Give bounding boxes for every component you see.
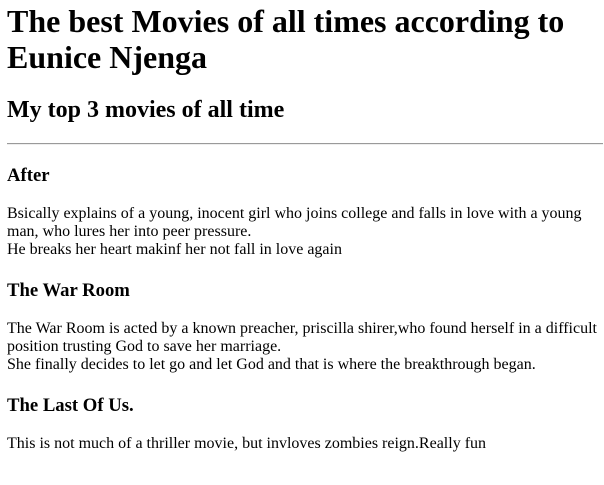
movie-description: The War Room is acted by a known preache…	[7, 320, 604, 374]
divider	[7, 143, 603, 145]
movie-title: The Last Of Us.	[7, 395, 134, 416]
movie-section-war-room: The War Room The War Room is acted by a …	[7, 280, 604, 374]
page-title: The best Movies of all times according t…	[7, 3, 565, 75]
movie-description-line: She finally decides to let go and let Go…	[7, 356, 536, 373]
movie-section-after: After Bsically explains of a young, inoc…	[7, 165, 604, 259]
movie-description-line: Bsically explains of a young, inocent gi…	[7, 205, 582, 240]
movie-section-last-of-us: The Last Of Us. This is not much of a th…	[7, 395, 604, 453]
page-subtitle: My top 3 movies of all time	[7, 97, 285, 123]
movie-description-line: The War Room is acted by a known preache…	[7, 320, 597, 355]
page: The best Movies of all times according t…	[0, 0, 604, 485]
movie-description: This is not much of a thriller movie, bu…	[7, 435, 604, 453]
movie-description-line: He breaks her heart makinf her not fall …	[7, 241, 342, 258]
movie-description-line: This is not much of a thriller movie, bu…	[7, 435, 487, 452]
movie-title: After	[7, 165, 50, 186]
movie-title: The War Room	[7, 280, 130, 301]
movie-description: Bsically explains of a young, inocent gi…	[7, 205, 604, 259]
